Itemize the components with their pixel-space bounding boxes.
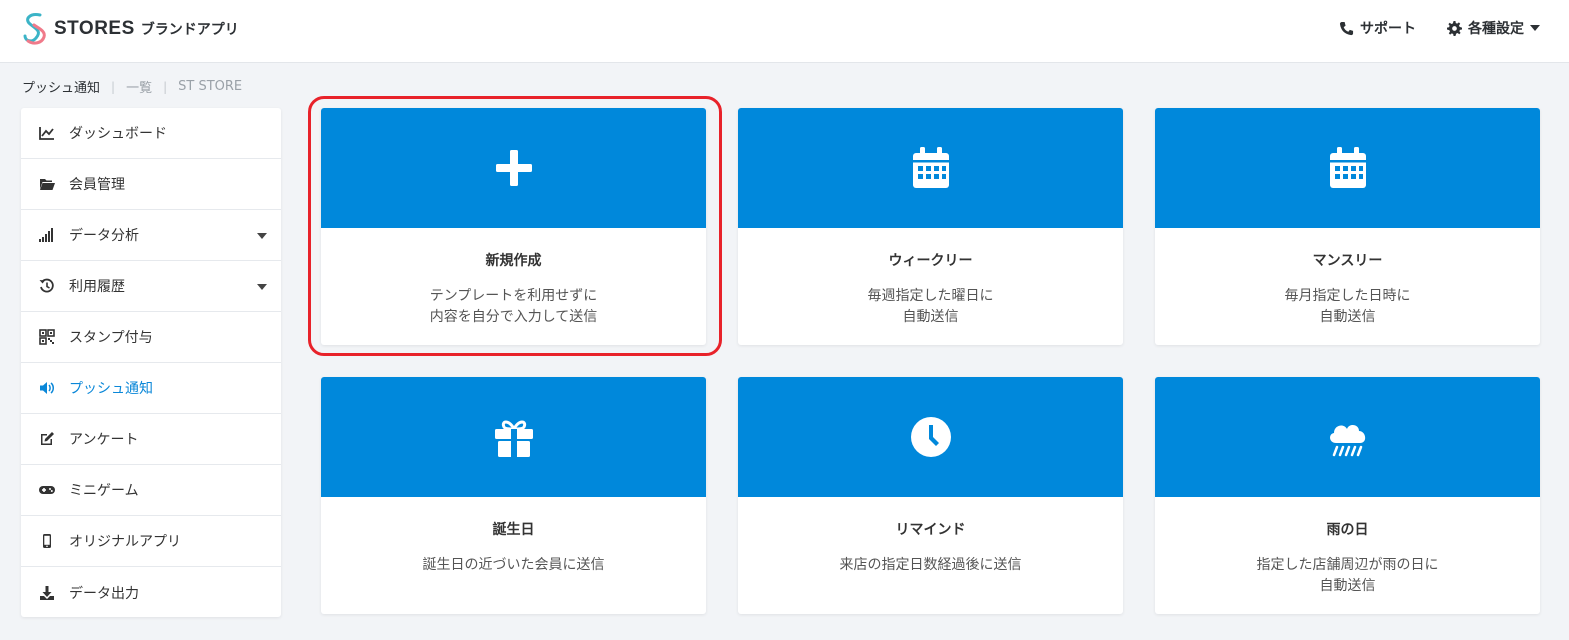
- card-title: ウィークリー: [888, 253, 973, 269]
- volume-up-icon: [39, 380, 55, 396]
- card-desc-line: 誕生日の近づいた会員に送信: [422, 557, 605, 573]
- sidebar-item-dashboard[interactable]: ダッシュボード: [21, 108, 281, 159]
- sidebar-item-stamp[interactable]: スタンプ付与: [21, 312, 281, 363]
- sidebar-item-label: アンケート: [69, 432, 139, 448]
- card-description: 指定した店舗周辺が雨の日に 自動送信: [1155, 555, 1540, 597]
- card-header: [321, 377, 706, 497]
- breadcrumb-store: ST STORE: [178, 79, 243, 94]
- card-description: テンプレートを利用せずに 内容を自分で入力して送信: [321, 286, 706, 328]
- settings-menu[interactable]: 各種設定: [1447, 18, 1540, 38]
- card-header: [1155, 108, 1540, 228]
- plus-icon: [495, 150, 532, 186]
- folder-open-icon: [39, 176, 55, 192]
- download-icon: [39, 585, 55, 601]
- card-desc-line: 指定した店舗周辺が雨の日に: [1256, 557, 1439, 573]
- gear-icon: [1447, 20, 1462, 36]
- support-link[interactable]: サポート: [1339, 18, 1416, 38]
- gift-icon: [494, 420, 533, 457]
- breadcrumb-list[interactable]: 一覧: [126, 77, 152, 96]
- card-title: 誕生日: [492, 522, 535, 538]
- calendar-icon: [912, 147, 949, 188]
- card-description: 毎週指定した曜日に 自動送信: [738, 286, 1123, 328]
- brand-name: STORES: [54, 18, 135, 39]
- sidebar-item-survey[interactable]: アンケート: [21, 414, 281, 465]
- sidebar-item-push[interactable]: プッシュ通知: [21, 363, 281, 414]
- sidebar-item-minigame[interactable]: ミニゲーム: [21, 465, 281, 516]
- sidebar-item-label: プッシュ通知: [69, 381, 153, 397]
- card-desc-line: テンプレートを利用せずに: [429, 288, 598, 304]
- sidebar: ダッシュボード 会員管理 データ分析 利用履歴 スタンプ付与 プッシュ通知 アン…: [21, 108, 281, 617]
- history-icon: [39, 278, 55, 294]
- chevron-down-icon: [257, 233, 267, 239]
- card-desc-line: 自動送信: [902, 309, 959, 325]
- sidebar-item-label: 利用履歴: [69, 279, 125, 295]
- card-desc-line: 自動送信: [1319, 309, 1376, 325]
- sidebar-item-label: データ出力: [69, 585, 139, 602]
- qrcode-icon: [39, 329, 55, 345]
- card-description: 来店の指定日数経過後に送信: [738, 555, 1123, 576]
- card-desc-line: 内容を自分で入力して送信: [429, 309, 598, 325]
- calendar-icon: [1329, 147, 1366, 188]
- sidebar-item-label: データ分析: [69, 228, 139, 244]
- signal-bars-icon: [39, 227, 55, 243]
- sidebar-item-label: オリジナルアプリ: [69, 534, 181, 550]
- card-header: [321, 108, 706, 228]
- sidebar-item-members[interactable]: 会員管理: [21, 159, 281, 210]
- chevron-down-icon: [1530, 25, 1540, 31]
- card-title: 新規作成: [485, 253, 542, 269]
- breadcrumb-push[interactable]: プッシュ通知: [22, 77, 100, 96]
- card-weekly[interactable]: ウィークリー 毎週指定した曜日に 自動送信: [738, 108, 1123, 345]
- gamepad-icon: [39, 482, 55, 498]
- card-new[interactable]: 新規作成 テンプレートを利用せずに 内容を自分で入力して送信: [321, 108, 706, 345]
- cloud-rain-icon: [1329, 425, 1365, 457]
- edit-icon: [39, 431, 55, 447]
- top-header: STORES ブランドアプリ サポート 各種設定: [0, 0, 1569, 63]
- support-label: サポート: [1360, 21, 1416, 37]
- card-desc-line: 毎月指定した日時に: [1284, 288, 1411, 304]
- card-title: 雨の日: [1326, 522, 1369, 538]
- card-description: 毎月指定した日時に 自動送信: [1155, 286, 1540, 328]
- clock-icon: [910, 417, 951, 457]
- card-title: マンスリー: [1312, 253, 1383, 269]
- chevron-down-icon: [257, 284, 267, 290]
- sidebar-item-label: ダッシュボード: [69, 126, 167, 142]
- card-remind[interactable]: リマインド 来店の指定日数経過後に送信: [738, 377, 1123, 614]
- phone-icon: [1339, 21, 1354, 35]
- line-chart-icon: [39, 125, 55, 141]
- sidebar-item-history[interactable]: 利用履歴: [21, 261, 281, 312]
- breadcrumb-separator: |: [111, 79, 116, 94]
- card-monthly[interactable]: マンスリー 毎月指定した日時に 自動送信: [1155, 108, 1540, 345]
- breadcrumb: プッシュ通知 | 一覧 | ST STORE: [22, 77, 242, 96]
- card-title: リマインド: [895, 522, 966, 538]
- sidebar-item-label: 会員管理: [69, 177, 125, 193]
- brand-subtitle: ブランドアプリ: [140, 22, 239, 38]
- card-description: 誕生日の近づいた会員に送信: [321, 555, 706, 576]
- sidebar-item-original-app[interactable]: オリジナルアプリ: [21, 516, 281, 567]
- card-rainy-day[interactable]: 雨の日 指定した店舗周辺が雨の日に 自動送信: [1155, 377, 1540, 614]
- stores-logo-icon: [23, 13, 46, 45]
- sidebar-item-label: ミニゲーム: [69, 483, 139, 499]
- card-birthday[interactable]: 誕生日 誕生日の近づいた会員に送信: [321, 377, 706, 614]
- settings-label: 各種設定: [1468, 21, 1524, 37]
- sidebar-item-export[interactable]: データ出力: [21, 567, 281, 618]
- card-desc-line: 毎週指定した曜日に: [867, 288, 994, 304]
- card-header: [1155, 377, 1540, 497]
- card-desc-line: 自動送信: [1319, 578, 1376, 594]
- sidebar-item-label: スタンプ付与: [69, 330, 153, 346]
- brand-logo[interactable]: STORES ブランドアプリ: [20, 11, 239, 47]
- breadcrumb-separator: |: [163, 79, 168, 94]
- card-header: [738, 108, 1123, 228]
- card-desc-line: 来店の指定日数経過後に送信: [839, 557, 1022, 573]
- card-header: [738, 377, 1123, 497]
- mobile-phone-icon: [39, 533, 55, 549]
- sidebar-item-analytics[interactable]: データ分析: [21, 210, 281, 261]
